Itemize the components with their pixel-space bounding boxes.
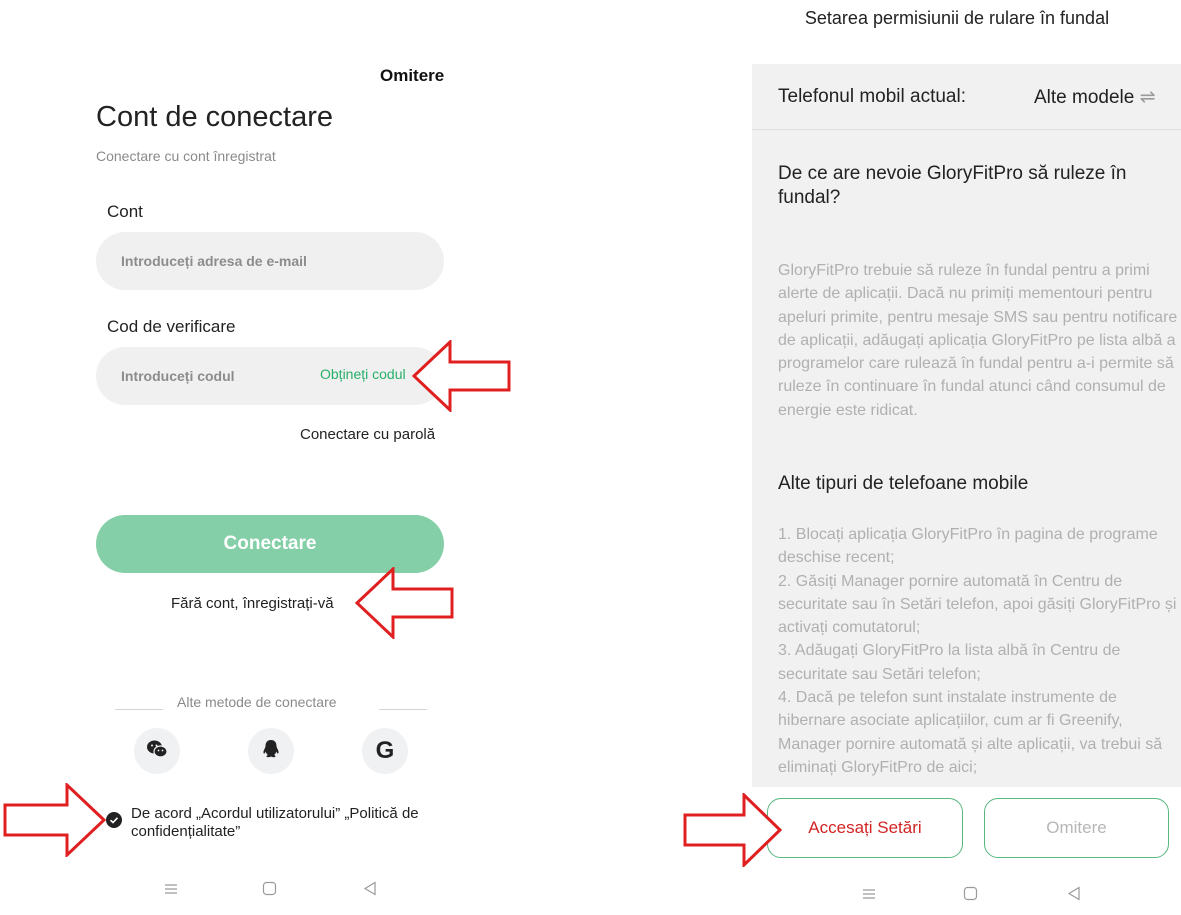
annotation-arrow-left-icon [355,567,454,639]
get-code-button[interactable]: Obțineți codul [320,366,420,382]
other-methods-label: Alte metode de conectare [177,694,337,710]
switch-icon: ⇌ [1139,87,1156,108]
code-field-container: Obțineți codul [96,347,444,405]
page-subtitle: Conectare cu cont înregistrat [96,148,276,164]
step-item: 2. Găsiți Manager pornire automată în Ce… [778,572,1177,637]
other-phones-heading: Alte tipuri de telefoane mobile [778,473,1029,494]
phone-model-selector[interactable]: Alte modele ⇌ [1034,86,1156,109]
page-title: Setarea permisiunii de rulare în fundal [804,8,1110,28]
step-item: 4. Dacă pe telefon sunt instalate instru… [778,689,1163,776]
register-link[interactable]: Fără cont, înregistrați-vă [171,595,334,612]
page-title: Cont de conectare [96,101,333,133]
why-heading: De ce are nevoie GloryFitPro să ruleze î… [778,163,1127,208]
code-label: Cod de verificare [107,317,236,336]
login-screen: Omitere Cont de conectare Conectare cu c… [0,0,560,915]
back-nav-icon[interactable] [363,881,377,901]
wechat-icon [146,739,168,764]
home-nav-icon[interactable] [963,886,978,906]
google-login-button[interactable]: G [362,728,408,774]
current-phone-label: Telefonul mobil actual: [778,86,966,107]
agreement-checkbox[interactable] [106,812,122,828]
annotation-arrow-right-icon [3,783,106,857]
email-field-container [96,232,444,290]
annotation-arrow-right-icon [683,793,782,867]
step-item: 3. Adăugați GloryFitPro la lista albă în… [778,642,1121,683]
skip-link[interactable]: Omitere [380,66,444,86]
why-text: GloryFitPro trebuie să ruleze în fundal … [778,262,1178,419]
qq-login-button[interactable] [248,728,294,774]
phone-model-value: Alte modele [1034,87,1135,108]
steps-list: 1. Blocați aplicația GloryFitPro în pagi… [778,523,1178,786]
annotation-arrow-left-icon [412,340,511,412]
step-item: 1. Blocați aplicația GloryFitPro în pagi… [778,526,1158,567]
access-settings-button[interactable]: Accesați Setări [767,798,963,858]
check-icon [109,817,119,824]
verification-code-field[interactable] [119,367,323,385]
login-button[interactable]: Conectare [96,515,444,573]
skip-button[interactable]: Omitere [984,798,1169,858]
agreement-text: De acord „Acordul utilizatorului” „Polit… [131,805,419,840]
menu-nav-icon[interactable] [862,887,876,906]
other-methods-divider: Alte metode de conectare [115,694,427,714]
wechat-login-button[interactable] [134,728,180,774]
google-icon: G [375,737,395,764]
password-login-link[interactable]: Conectare cu parolă [300,426,435,443]
divider [752,129,1181,130]
account-label: Cont [107,202,143,221]
background-permission-screen: Setarea permisiunii de rulare în fundal … [752,0,1181,915]
email-field[interactable] [119,252,323,270]
back-nav-icon[interactable] [1067,886,1081,906]
menu-nav-icon[interactable] [164,882,178,901]
divider-line [115,709,163,710]
qq-icon [262,739,280,764]
home-nav-icon[interactable] [262,881,277,901]
divider-line [379,709,427,710]
